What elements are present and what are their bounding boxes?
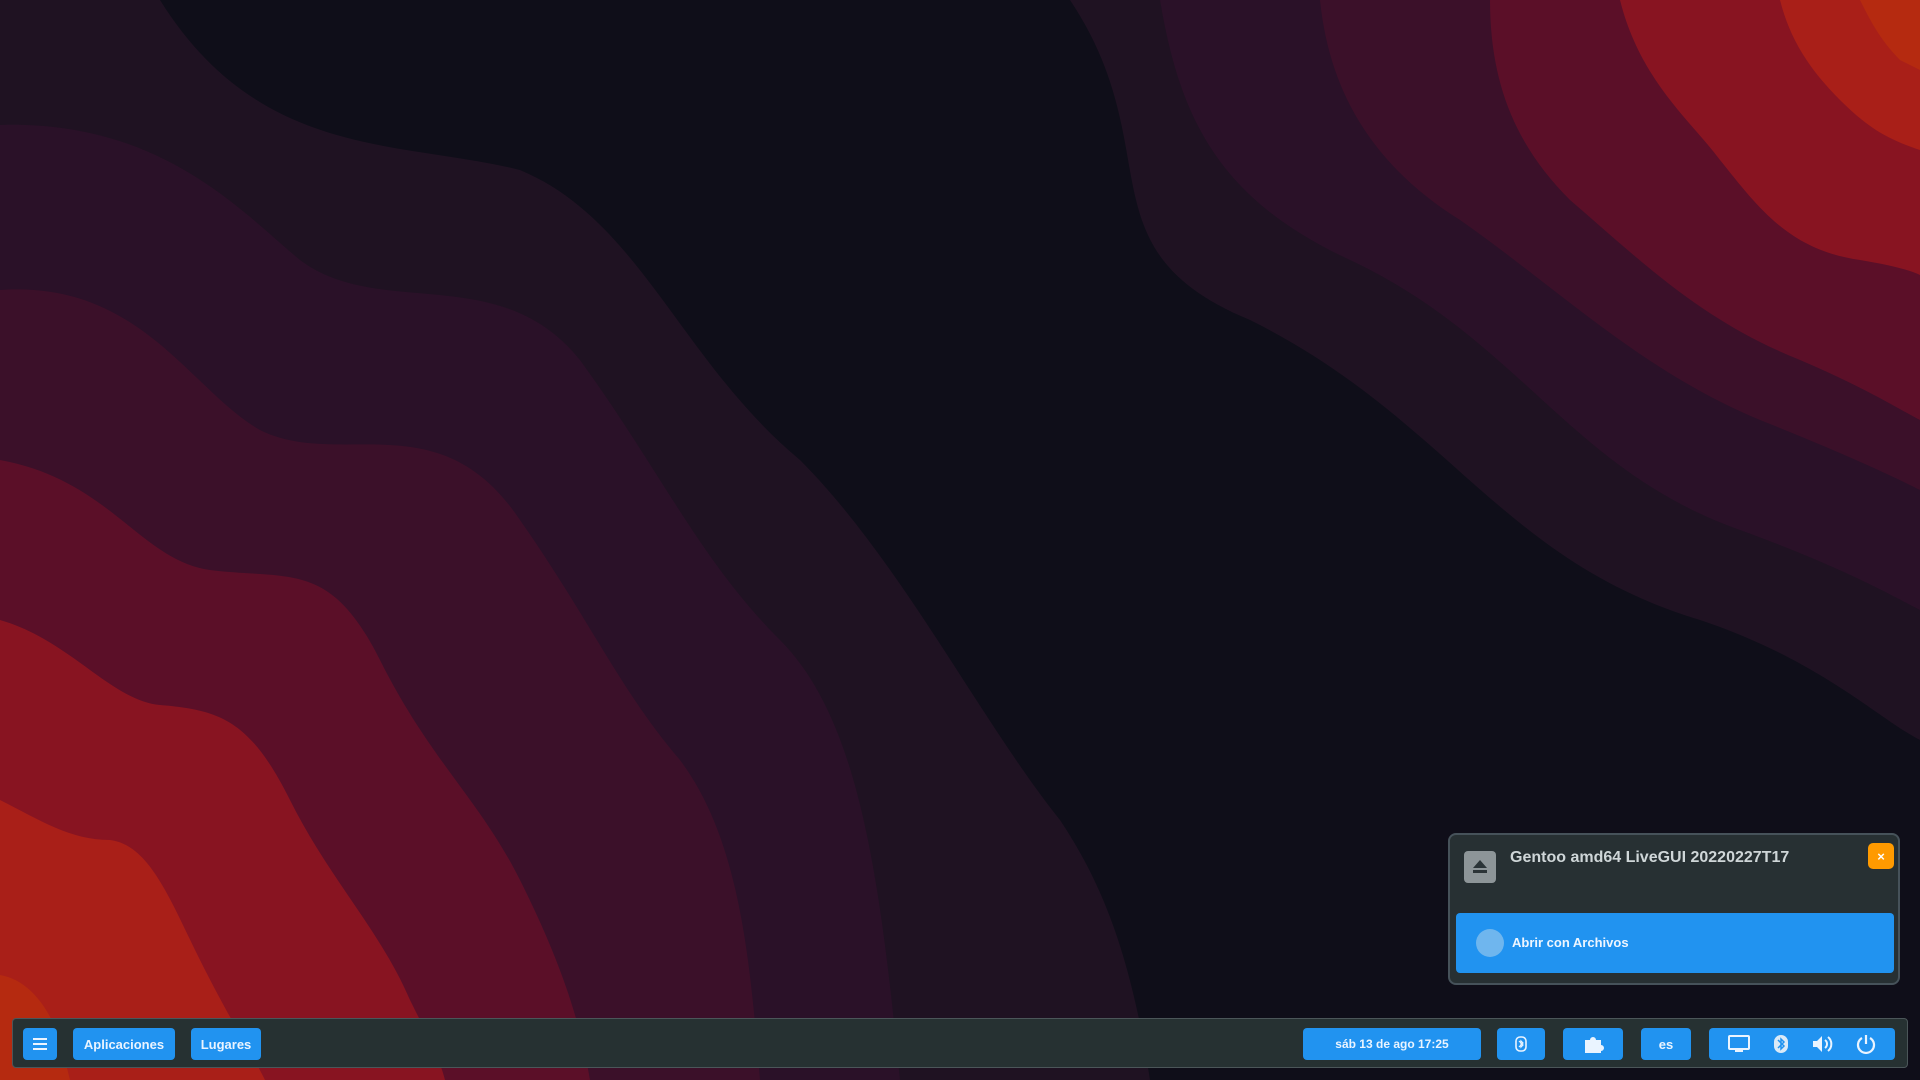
menu-button[interactable]: [23, 1028, 57, 1060]
notification-title: Gentoo amd64 LiveGUI 20220227T17: [1510, 849, 1790, 866]
screen-icon[interactable]: [1728, 1035, 1751, 1053]
open-with-files-label: Abrir con Archivos: [1512, 935, 1629, 950]
bluetooth-icon: [1515, 1036, 1527, 1052]
bluetooth-indicator-button[interactable]: [1497, 1028, 1545, 1060]
hamburger-menu-icon: [33, 1038, 47, 1050]
extensions-button[interactable]: [1563, 1028, 1623, 1060]
applications-button[interactable]: Aplicaciones: [73, 1028, 175, 1060]
open-with-files-button[interactable]: Abrir con Archivos: [1456, 913, 1894, 973]
places-button[interactable]: Lugares: [191, 1028, 261, 1060]
bottom-panel: Aplicaciones Lugares sáb 13 de ago 17:25…: [12, 1018, 1908, 1068]
eject-icon: [1464, 851, 1496, 883]
files-icon: [1476, 929, 1504, 957]
clock-button[interactable]: sáb 13 de ago 17:25: [1303, 1028, 1481, 1060]
mount-notification[interactable]: Gentoo amd64 LiveGUI 20220227T17 × Abrir…: [1448, 833, 1900, 985]
volume-icon[interactable]: [1811, 1034, 1833, 1054]
power-icon[interactable]: [1856, 1034, 1876, 1054]
bluetooth-icon[interactable]: [1773, 1034, 1789, 1054]
system-tray[interactable]: [1709, 1028, 1895, 1060]
keyboard-layout-button[interactable]: es: [1641, 1028, 1691, 1060]
puzzle-icon: [1582, 1033, 1604, 1055]
close-button[interactable]: ×: [1868, 843, 1894, 869]
